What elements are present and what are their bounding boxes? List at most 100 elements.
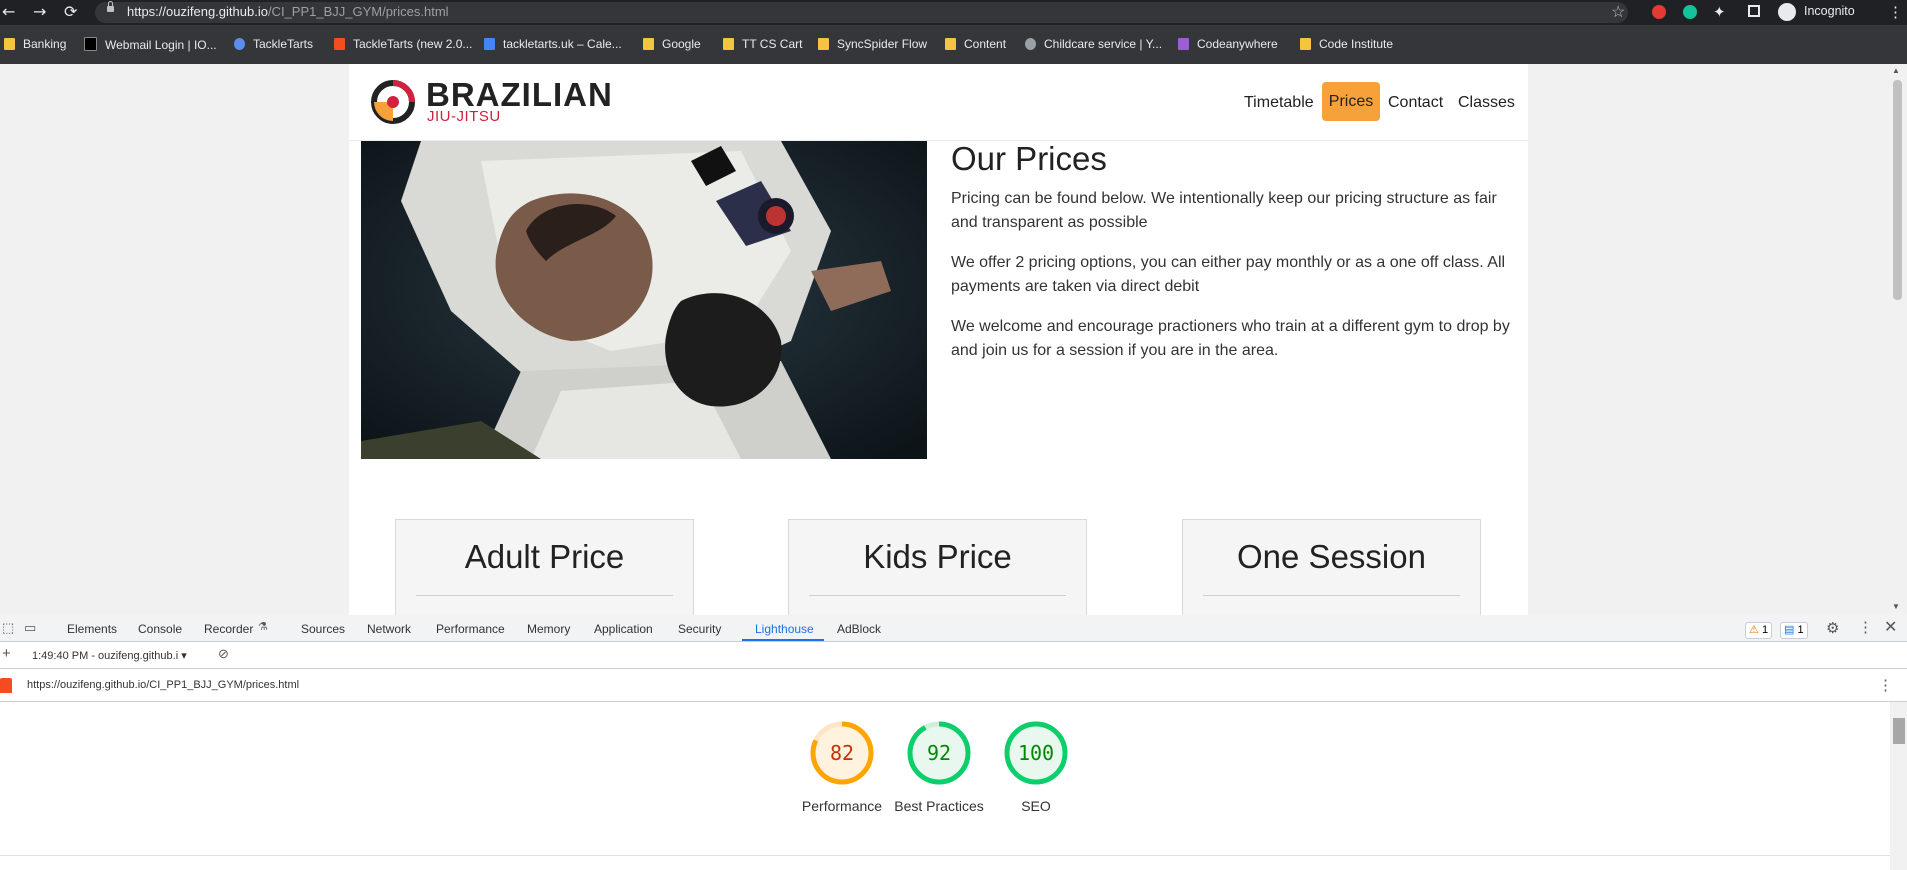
close-icon[interactable]: ✕: [1884, 617, 1897, 637]
url-text[interactable]: https://ouzifeng.github.io/CI_PP1_BJJ_GY…: [127, 4, 449, 19]
bookmark-item[interactable]: SyncSpider Flow: [818, 37, 927, 51]
page-title: Our Prices: [951, 140, 1107, 177]
options-paragraph: We offer 2 pricing options, you can eith…: [951, 254, 1506, 295]
score-label: SEO: [1021, 798, 1051, 814]
tab-lighthouse[interactable]: Lighthouse: [755, 622, 814, 636]
side-panel-icon[interactable]: [1748, 5, 1760, 17]
lighthouse-toolbar: + 1:49:40 PM - ouzifeng.github.i ▾ ⊘: [0, 642, 1907, 669]
card-title: Adult Price: [464, 538, 625, 575]
report-url[interactable]: https://ouzifeng.github.io/CI_PP1_BJJ_GY…: [27, 679, 299, 691]
folder-icon: [723, 38, 734, 50]
inspect-icon[interactable]: ⬚: [2, 620, 14, 636]
score-label: Performance: [801, 798, 883, 814]
folder-icon: [643, 38, 654, 50]
scroll-down-icon[interactable]: ▼: [1892, 602, 1900, 611]
nav-timetable[interactable]: Timetable: [1244, 94, 1314, 112]
warnings-badge[interactable]: ⚠ 1: [1745, 622, 1773, 639]
report-menu-icon[interactable]: ⋮: [1878, 676, 1893, 694]
message-icon: ▤: [1784, 624, 1795, 636]
folder-icon: [4, 38, 15, 50]
lighthouse-url-row: https://ouzifeng.github.io/CI_PP1_BJJ_GY…: [0, 669, 1907, 702]
card-title: One Session: [1237, 538, 1426, 575]
price-card-session: One Session: [1182, 519, 1481, 619]
bookmark-star-icon[interactable]: ☆: [1611, 2, 1625, 22]
nav-contact[interactable]: Contact: [1388, 94, 1443, 112]
flask-icon: ⚗: [258, 621, 268, 633]
active-tab-indicator: [742, 639, 824, 641]
tab-recorder[interactable]: Recorder: [204, 622, 253, 636]
intro-paragraph: Pricing can be found below. We intention…: [951, 190, 1497, 231]
card-divider: [416, 595, 673, 596]
card-divider: [1203, 595, 1460, 596]
devtools-scrollbar-thumb[interactable]: [1893, 718, 1905, 744]
grammarly-icon[interactable]: [1683, 5, 1697, 19]
calendar-icon: [484, 38, 495, 50]
tab-security[interactable]: Security: [678, 622, 721, 636]
report-selector[interactable]: 1:49:40 PM - ouzifeng.github.i ▾: [32, 649, 187, 662]
add-report-icon[interactable]: +: [2, 645, 11, 662]
bookmark-item[interactable]: Childcare service | Y...: [1025, 37, 1162, 51]
incognito-label[interactable]: Incognito: [1804, 4, 1855, 18]
browser-menu-icon[interactable]: ⋮: [1888, 3, 1903, 21]
score-label: Best Practices: [894, 798, 984, 814]
tab-sources[interactable]: Sources: [301, 622, 345, 636]
logo-icon[interactable]: [370, 79, 416, 125]
scroll-up-icon[interactable]: ▲: [1892, 66, 1900, 75]
chevron-down-icon: ▾: [181, 650, 187, 662]
nav-prices[interactable]: Prices: [1322, 82, 1380, 121]
warning-icon: ⚠: [1749, 624, 1759, 636]
tab-network[interactable]: Network: [367, 622, 411, 636]
bookmark-item[interactable]: Code Institute: [1300, 37, 1393, 51]
tab-performance[interactable]: Performance: [436, 622, 505, 636]
tab-adblock[interactable]: AdBlock: [837, 622, 881, 636]
extensions-puzzle-icon[interactable]: ✦: [1713, 3, 1726, 21]
bookmark-item[interactable]: Google: [643, 37, 701, 51]
url-host: https://ouzifeng.github.io: [127, 4, 268, 19]
tab-memory[interactable]: Memory: [527, 622, 570, 636]
price-card-kids: Kids Price: [788, 519, 1087, 619]
site-icon: [234, 38, 245, 50]
url-path: /CI_PP1_BJJ_GYM/prices.html: [267, 4, 449, 19]
device-toolbar-icon[interactable]: ▭: [24, 620, 36, 636]
settings-gear-icon[interactable]: ⚙: [1826, 619, 1839, 637]
brand-subtitle: JIU-JITSU: [427, 108, 501, 125]
lighthouse-icon: [0, 678, 12, 693]
devtools-divider: [0, 855, 1890, 856]
tab-elements[interactable]: Elements: [67, 622, 117, 636]
card-divider: [809, 595, 1066, 596]
folder-icon: [818, 38, 829, 50]
reload-icon[interactable]: ⟳: [64, 2, 77, 21]
site-icon: [84, 37, 97, 51]
page-scrollbar-thumb[interactable]: [1893, 80, 1902, 300]
bookmark-item[interactable]: TackleTarts: [234, 37, 313, 51]
bookmark-item[interactable]: Codeanywhere: [1178, 37, 1278, 51]
bookmark-item[interactable]: TackleTarts (new 2.0...: [334, 37, 472, 51]
forward-icon[interactable]: →: [33, 2, 46, 21]
card-title: Kids Price: [863, 538, 1012, 575]
bookmarks-bar: Banking Webmail Login | IO... TackleTart…: [0, 25, 1907, 64]
clear-icon[interactable]: ⊘: [218, 646, 229, 662]
bookmark-item[interactable]: Banking: [4, 37, 66, 51]
messages-badge[interactable]: ▤ 1: [1780, 622, 1808, 639]
bookmark-item[interactable]: tackletarts.uk – Cale...: [484, 37, 622, 51]
incognito-icon[interactable]: [1778, 3, 1796, 21]
tab-console[interactable]: Console: [138, 622, 182, 636]
lock-icon[interactable]: [107, 1, 114, 12]
bookmark-item[interactable]: TT CS Cart: [723, 37, 802, 51]
site-icon: [1178, 38, 1189, 50]
nav-classes[interactable]: Classes: [1458, 94, 1515, 112]
visitors-paragraph: We welcome and encourage practioners who…: [951, 318, 1510, 359]
devtools-menu-icon[interactable]: ⋮: [1858, 618, 1873, 636]
globe-icon: [1025, 38, 1036, 50]
score-value: 100: [1017, 741, 1055, 765]
figma-icon: [334, 38, 345, 50]
bookmark-item[interactable]: Webmail Login | IO...: [84, 37, 217, 52]
back-icon[interactable]: ←: [2, 2, 15, 21]
bookmark-item[interactable]: Content: [945, 37, 1006, 51]
extension-red-icon[interactable]: [1652, 5, 1666, 19]
folder-icon: [945, 38, 956, 50]
price-card-adult: Adult Price: [395, 519, 694, 619]
devtools-tabbar: ⬚ ▭ Elements Console Recorder ⚗ Sources …: [0, 615, 1907, 642]
tab-application[interactable]: Application: [594, 622, 653, 636]
folder-icon: [1300, 38, 1311, 50]
